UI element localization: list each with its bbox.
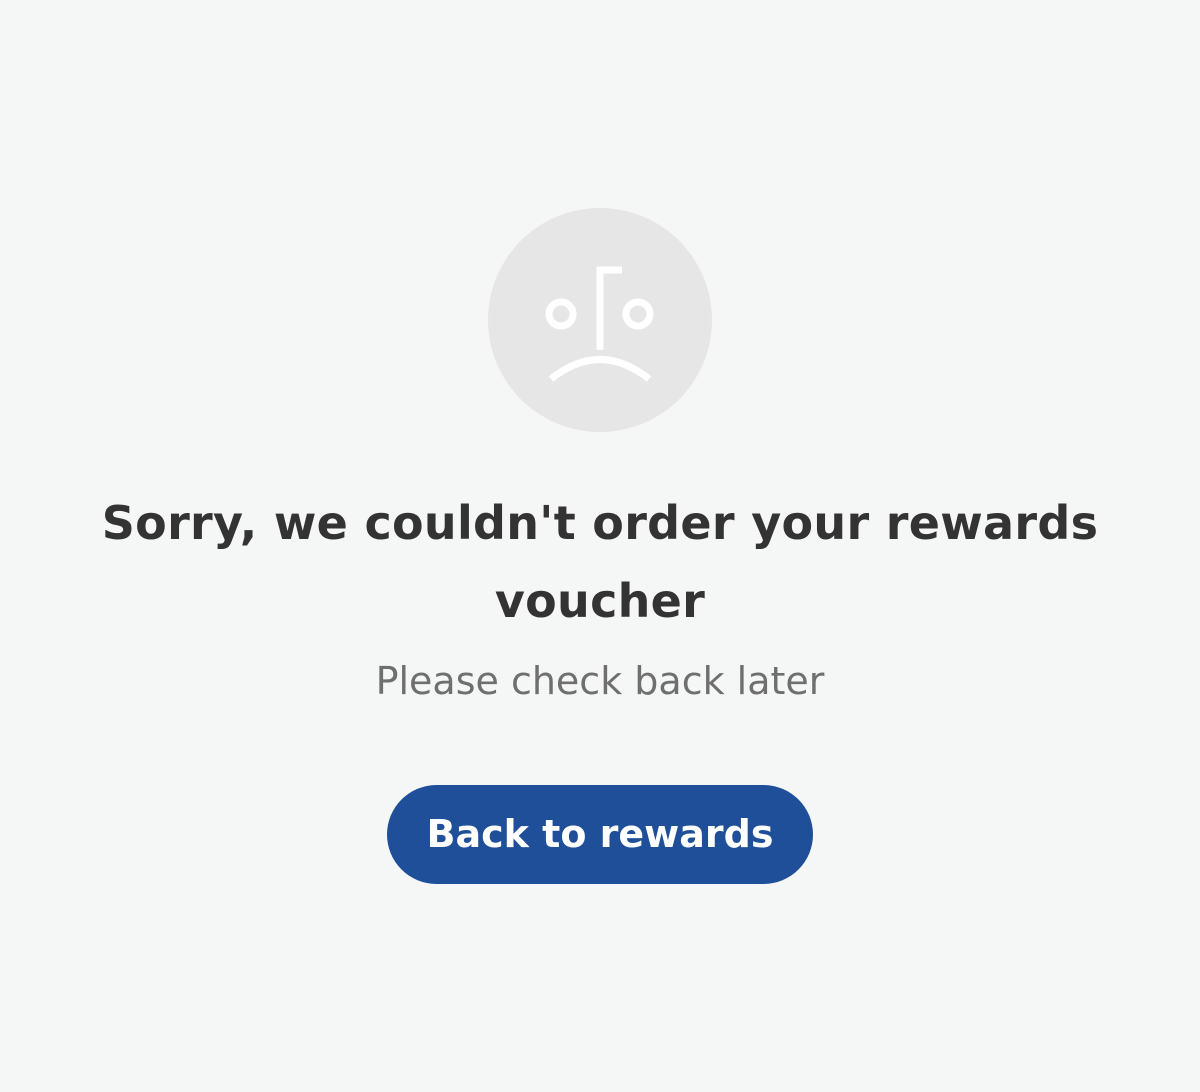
error-subtitle: Please check back later [375, 659, 825, 703]
error-title: Sorry, we couldn't order your rewards vo… [101, 496, 1099, 628]
sad-face-icon [488, 208, 712, 432]
error-screen: Sorry, we couldn't order your rewards vo… [0, 0, 1200, 1092]
back-to-rewards-button[interactable]: Back to rewards [387, 785, 813, 884]
